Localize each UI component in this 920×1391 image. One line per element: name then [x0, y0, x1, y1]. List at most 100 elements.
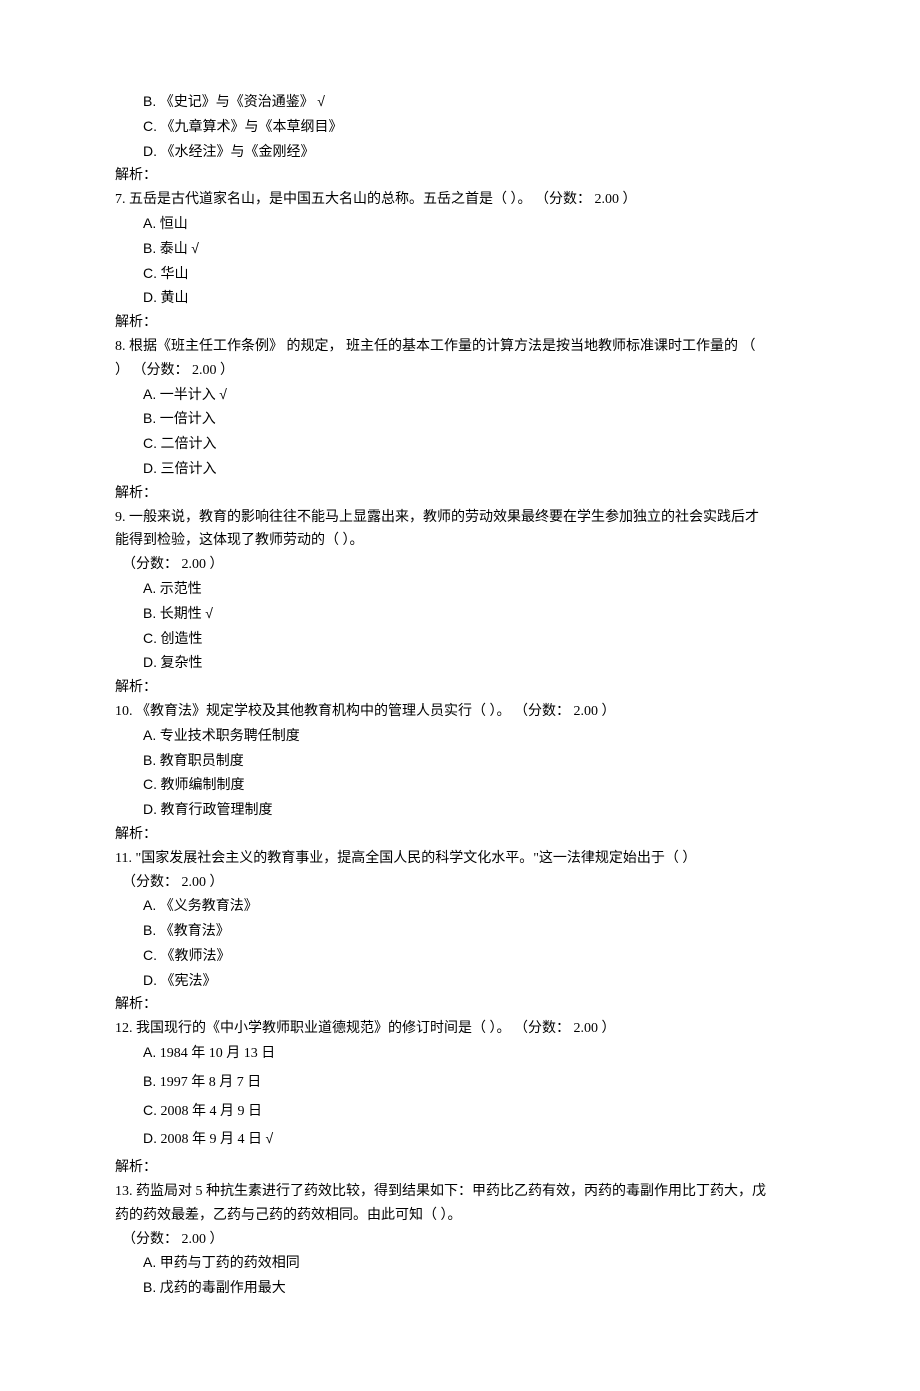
correct-mark: √: [317, 93, 325, 109]
option-label: C.: [143, 630, 157, 646]
option-text: 恒山: [160, 217, 188, 232]
stem-text: 12. 我国现行的《中小学教师职业道德规范》的修订时间是（ ）。: [115, 1021, 511, 1036]
q10-option-d: D. 教育行政管理制度: [115, 798, 810, 823]
option-text: 华山: [161, 267, 189, 282]
q7-option-c: C. 华山: [115, 262, 810, 287]
q6-option-b: B. 《史记》与《资治通鉴》 √: [115, 90, 810, 115]
correct-mark: √: [191, 240, 199, 256]
option-label: B.: [143, 752, 156, 768]
correct-mark: √: [266, 1130, 274, 1146]
option-text: 一半计入: [160, 388, 216, 403]
option-label: C.: [143, 947, 157, 963]
option-text: 教师编制制度: [161, 778, 245, 793]
option-text: 《义务教育法》: [160, 899, 258, 914]
score-text: （分数： 2.00 ）: [514, 704, 616, 719]
stem-text: 7. 五岳是古代道家名山，是中国五大名山的总称。五岳之首是（ ）。: [115, 192, 532, 207]
stem-text: 10. 《教育法》规定学校及其他教育机构中的管理人员实行（ ）。: [115, 704, 511, 719]
q9-option-d: D. 复杂性: [115, 651, 810, 676]
correct-mark: √: [205, 605, 213, 621]
option-text: 1997 年 8 月 7 日: [160, 1075, 262, 1090]
q8-analysis: 解析：: [115, 482, 810, 506]
q12-stem: 12. 我国现行的《中小学教师职业道德规范》的修订时间是（ ）。 （分数： 2.…: [115, 1017, 810, 1041]
q8-stem-line2: ） （分数： 2.00 ）: [115, 359, 810, 383]
option-text: 黄山: [161, 291, 189, 306]
q10-option-c: C. 教师编制制度: [115, 773, 810, 798]
option-text: 《史记》与《资治通鉴》: [160, 95, 314, 110]
q9-analysis: 解析：: [115, 676, 810, 700]
option-text: 《教育法》: [160, 924, 230, 939]
option-label: D.: [143, 460, 157, 476]
option-label: D.: [143, 289, 157, 305]
option-label: B.: [143, 1279, 156, 1295]
option-label: C.: [143, 435, 157, 451]
option-label: B.: [143, 605, 156, 621]
q7-option-b: B. 泰山 √: [115, 237, 810, 262]
option-text: 2008 年 9 月 4 日: [161, 1132, 263, 1147]
option-text: 专业技术职务聘任制度: [160, 729, 300, 744]
option-label: A.: [143, 580, 156, 596]
option-text: 戊药的毒副作用最大: [160, 1281, 286, 1296]
q11-option-a: A. 《义务教育法》: [115, 894, 810, 919]
option-label: A.: [143, 1254, 156, 1270]
score-text: （分数： 2.00 ）: [133, 363, 235, 378]
option-label: A.: [143, 386, 156, 402]
option-text: 示范性: [160, 582, 202, 597]
q10-stem: 10. 《教育法》规定学校及其他教育机构中的管理人员实行（ ）。 （分数： 2.…: [115, 700, 810, 724]
q11-option-d: D. 《宪法》: [115, 969, 810, 994]
option-label: B.: [143, 93, 156, 109]
stem-tail: ）: [115, 363, 129, 378]
option-text: 教育职员制度: [160, 754, 244, 769]
q7-analysis: 解析：: [115, 311, 810, 335]
option-text: 创造性: [161, 632, 203, 647]
option-text: 一倍计入: [160, 412, 216, 427]
q13-stem-line2: 药的药效最差，乙药与己药的药效相同。由此可知（ ）。: [115, 1204, 810, 1228]
option-label: A.: [143, 1044, 156, 1060]
option-label: D.: [143, 801, 157, 817]
option-text: 复杂性: [161, 656, 203, 671]
q11-stem: 11. "国家发展社会主义的教育事业，提高全国人民的科学文化水平。"这一法律规定…: [115, 847, 810, 871]
option-label: B.: [143, 240, 156, 256]
option-label: A.: [143, 897, 156, 913]
q11-option-c: C. 《教师法》: [115, 944, 810, 969]
q13-score: （分数： 2.00 ）: [115, 1228, 810, 1252]
option-text: 甲药与丁药的药效相同: [160, 1256, 300, 1271]
q9-stem-line2: 能得到检验，这体现了教师劳动的（ ）。: [115, 529, 810, 553]
q8-option-b: B. 一倍计入: [115, 407, 810, 432]
q11-option-b: B. 《教育法》: [115, 919, 810, 944]
option-text: 二倍计入: [161, 437, 217, 452]
q8-option-c: C. 二倍计入: [115, 432, 810, 457]
option-text: 《教师法》: [161, 949, 231, 964]
option-label: D.: [143, 143, 157, 159]
q12-analysis: 解析：: [115, 1156, 810, 1180]
option-text: 2008 年 4 月 9 日: [161, 1104, 263, 1119]
q12-option-c: C. 2008 年 4 月 9 日: [115, 1099, 810, 1124]
q9-option-c: C. 创造性: [115, 627, 810, 652]
option-label: C.: [143, 265, 157, 281]
option-text: 教育行政管理制度: [161, 803, 273, 818]
q6-analysis: 解析：: [115, 164, 810, 188]
q12-option-d: D. 2008 年 9 月 4 日 √: [115, 1127, 810, 1152]
q10-option-b: B. 教育职员制度: [115, 749, 810, 774]
q6-option-c: C. 《九章算术》与《本草纲目》: [115, 115, 810, 140]
option-text: 《宪法》: [161, 974, 217, 989]
q12-option-b: B. 1997 年 8 月 7 日: [115, 1070, 810, 1095]
option-label: A.: [143, 215, 156, 231]
q11-analysis: 解析：: [115, 993, 810, 1017]
q7-stem: 7. 五岳是古代道家名山，是中国五大名山的总称。五岳之首是（ ）。 （分数： 2…: [115, 188, 810, 212]
q12-option-a: A. 1984 年 10 月 13 日: [115, 1041, 810, 1066]
q8-stem-line1: 8. 根据《班主任工作条例》 的规定， 班主任的基本工作量的计算方法是按当地教师…: [115, 335, 810, 359]
option-text: 泰山: [160, 242, 188, 257]
q9-option-a: A. 示范性: [115, 577, 810, 602]
option-text: 1984 年 10 月 13 日: [160, 1046, 276, 1061]
q10-analysis: 解析：: [115, 823, 810, 847]
option-label: D.: [143, 1130, 157, 1146]
q9-score: （分数： 2.00 ）: [115, 553, 810, 577]
q10-option-a: A. 专业技术职务聘任制度: [115, 724, 810, 749]
q13-stem-line1: 13. 药监局对 5 种抗生素进行了药效比较，得到结果如下：甲药比乙药有效，丙药…: [115, 1180, 810, 1204]
option-text: 三倍计入: [161, 462, 217, 477]
correct-mark: √: [219, 386, 227, 402]
option-label: A.: [143, 727, 156, 743]
q8-option-d: D. 三倍计入: [115, 457, 810, 482]
option-label: B.: [143, 1073, 156, 1089]
q6-option-d: D. 《水经注》与《金刚经》: [115, 140, 810, 165]
